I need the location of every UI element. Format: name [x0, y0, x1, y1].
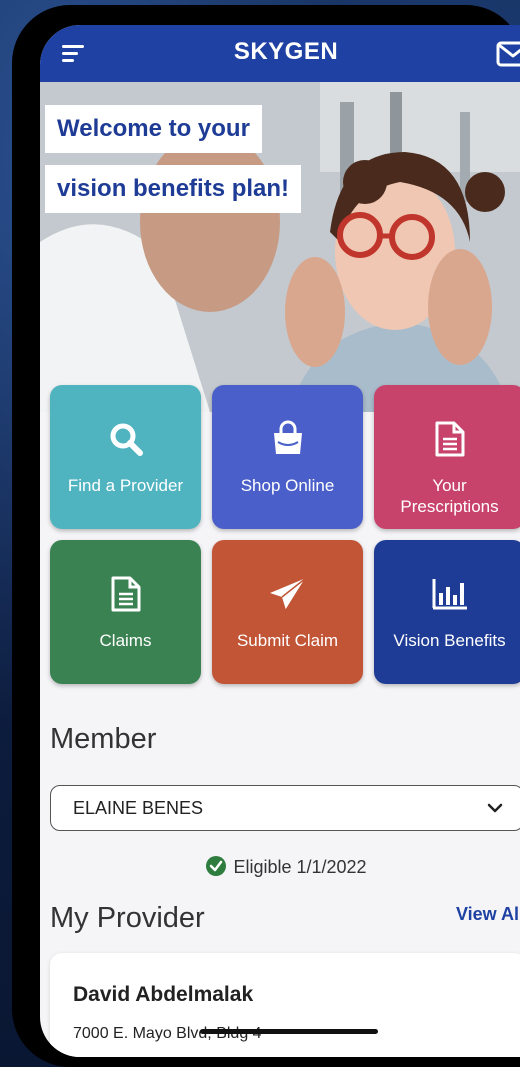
vision-benefits-tile[interactable]: Vision Benefits [374, 540, 520, 684]
submit-claim-tile[interactable]: Submit Claim [212, 540, 363, 684]
app-screen: SKYGEN Welcome to your vision benefits p… [40, 25, 520, 1057]
tile-label: Shop Online [240, 476, 335, 495]
app-logo: SKYGEN [233, 38, 339, 65]
mail-icon[interactable] [496, 41, 520, 67]
phone-frame: SKYGEN Welcome to your vision benefits p… [12, 5, 520, 1067]
bar-chart-icon [432, 579, 467, 610]
tile-label: Find a Provider [67, 476, 184, 495]
top-app-bar: SKYGEN [40, 25, 520, 82]
shop-online-tile[interactable]: Shop Online [212, 385, 363, 529]
check-circle-icon [206, 856, 227, 876]
home-indicator[interactable] [200, 1029, 378, 1034]
provider-card[interactable]: David Abdelmalak 7000 E. Mayo Blvd, Bldg… [50, 953, 520, 1057]
document-icon [111, 576, 140, 612]
provider-section-title: My Provider [50, 902, 205, 934]
paper-plane-icon [269, 577, 307, 611]
welcome-heading-line-2: vision benefits plan! [45, 165, 302, 213]
eligibility-status: Eligible 1/1/2022 [40, 855, 520, 878]
member-selected-value: ELAINE BENES [73, 798, 204, 818]
welcome-heading-line-1: Welcome to your [45, 105, 262, 153]
hero-banner: Welcome to your vision benefits plan! [40, 82, 520, 412]
chevron-down-icon [487, 803, 503, 813]
eligibility-text: Eligible 1/1/2022 [233, 857, 367, 877]
view-all-link[interactable]: View All [456, 904, 520, 925]
provider-address: 7000 E. Mayo Blvd, Bldg 4 [73, 1025, 262, 1042]
tile-label: Submit Claim [236, 631, 339, 650]
your-prescriptions-tile[interactable]: Your Prescriptions [374, 385, 520, 529]
document-icon [435, 421, 464, 457]
provider-name: David Abdelmalak [73, 983, 254, 1006]
search-icon [110, 423, 143, 456]
claims-tile[interactable]: Claims [50, 540, 201, 684]
tile-label: Claims [99, 631, 152, 650]
find-provider-tile[interactable]: Find a Provider [50, 385, 201, 529]
member-dropdown[interactable]: ELAINE BENES [50, 785, 520, 831]
shopping-bag-icon [273, 420, 302, 454]
tile-label: Your Prescriptions [400, 476, 499, 516]
tile-label: Vision Benefits [393, 631, 506, 650]
member-section-title: Member [50, 723, 157, 755]
